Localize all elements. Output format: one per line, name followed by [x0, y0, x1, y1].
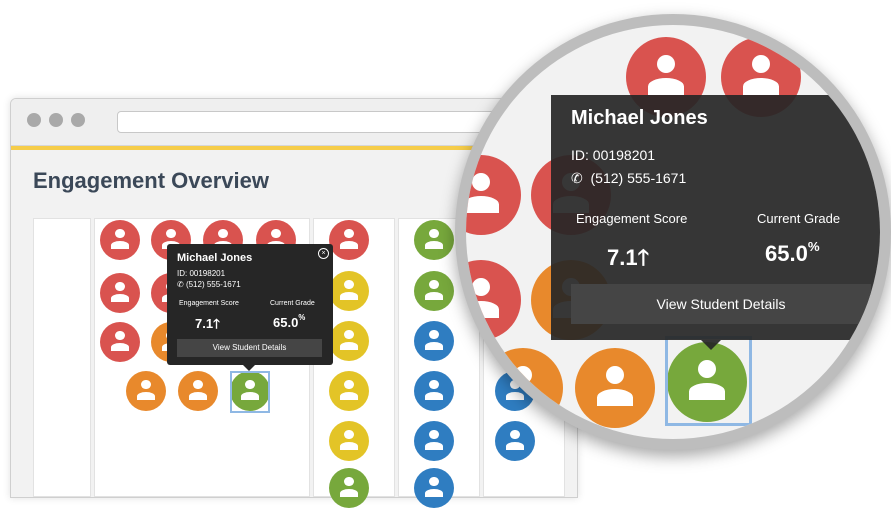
student-avatar[interactable]: [466, 155, 521, 235]
student-avatar[interactable]: [100, 273, 140, 313]
view-student-details-button[interactable]: View Student Details: [571, 284, 871, 324]
student-avatar[interactable]: [575, 348, 655, 428]
engagement-score-value-row: 7.1🡑: [607, 241, 649, 279]
tooltip-pointer: [243, 365, 255, 371]
student-avatar[interactable]: [329, 271, 369, 311]
close-icon[interactable]: ×: [318, 248, 329, 259]
percent-sign: %: [298, 313, 306, 322]
engagement-score-label: Engagement Score: [576, 211, 688, 226]
student-avatar[interactable]: [329, 421, 369, 461]
current-grade-label: Current Grade: [757, 211, 841, 226]
student-avatar[interactable]: [414, 220, 454, 260]
student-id: ID: 00198201: [571, 147, 656, 163]
arrow-up-icon: 🡑: [213, 316, 220, 331]
current-grade-value-row: 65.0%: [273, 313, 306, 330]
student-avatar[interactable]: [414, 371, 454, 411]
view-student-details-button[interactable]: View Student Details: [177, 339, 322, 357]
window-close-dot[interactable]: [27, 113, 41, 127]
student-avatar[interactable]: [329, 220, 369, 260]
student-tooltip-magnified: Michael Jones ID: 00198201 ✆ (512) 555-1…: [551, 95, 880, 350]
student-avatar[interactable]: [100, 220, 140, 260]
arrow-up-icon: 🡑: [637, 245, 650, 270]
magnifier-lens: Michael Jones ID: 00198201 ✆ (512) 555-1…: [455, 14, 891, 450]
current-grade-value-row: 65.0%: [765, 239, 820, 267]
current-grade-value: 65.0: [273, 315, 299, 330]
page-title: Engagement Overview: [33, 168, 269, 193]
student-avatar[interactable]: [414, 421, 454, 461]
student-phone: (512) 555-1671: [590, 170, 687, 186]
student-name: Michael Jones: [571, 107, 708, 129]
student-avatar[interactable]: [178, 371, 218, 411]
percent-sign: %: [807, 239, 820, 254]
window-minimize-dot[interactable]: [49, 113, 63, 127]
engagement-score-label: Engagement Score: [179, 300, 239, 307]
student-tooltip: × Michael Jones ID: 00198201 ✆ (512) 555…: [167, 244, 333, 371]
phone-icon: ✆: [177, 280, 184, 289]
window-maximize-dot[interactable]: [71, 113, 85, 127]
group-panel: [33, 218, 91, 497]
student-avatar[interactable]: [329, 371, 369, 411]
student-avatar[interactable]: [329, 321, 369, 361]
phone-icon: ✆: [571, 170, 583, 186]
current-grade-value: 65.0: [765, 241, 808, 266]
engagement-score-value-row: 7.1🡑: [195, 315, 220, 337]
student-avatar[interactable]: [414, 271, 454, 311]
student-avatar[interactable]: [329, 468, 369, 508]
student-avatar[interactable]: [466, 260, 521, 340]
selected-student-outline: [230, 371, 270, 413]
student-phone-row: ✆ (512) 555-1671: [571, 170, 686, 187]
tooltip-pointer: [701, 340, 721, 350]
student-avatar[interactable]: [414, 321, 454, 361]
engagement-score-value: 7.1: [195, 316, 214, 331]
student-avatar[interactable]: [414, 468, 454, 508]
student-phone: (512) 555-1671: [185, 280, 241, 289]
student-phone-row: ✆ (512) 555-1671: [177, 280, 241, 289]
student-avatar[interactable]: [126, 371, 166, 411]
student-avatar[interactable]: [100, 322, 140, 362]
student-name: Michael Jones: [177, 252, 253, 264]
current-grade-label: Current Grade: [270, 300, 315, 307]
student-avatar[interactable]: [483, 348, 563, 428]
student-id: ID: 00198201: [177, 269, 226, 278]
magnified-view: Michael Jones ID: 00198201 ✆ (512) 555-1…: [466, 25, 880, 439]
engagement-score-value: 7.1: [607, 245, 638, 270]
